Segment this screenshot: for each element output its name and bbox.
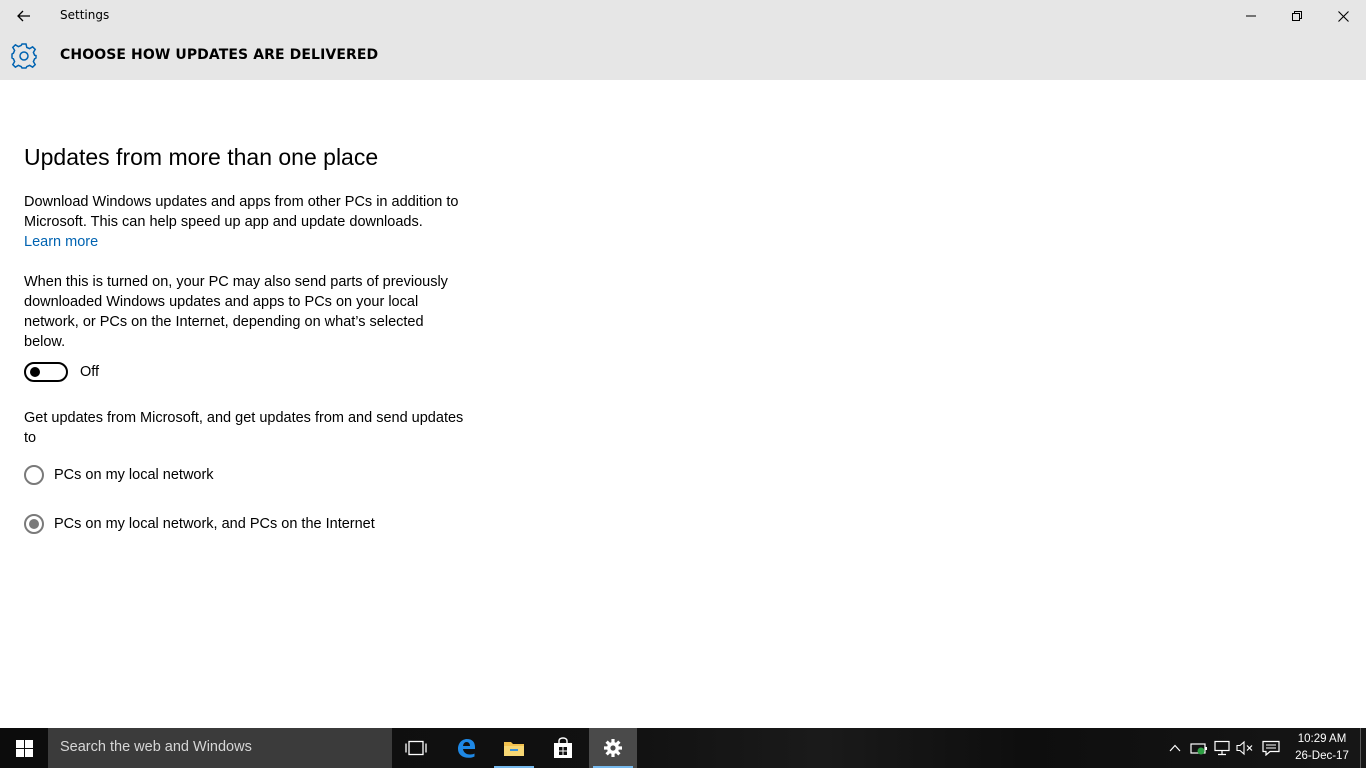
volume-tray-button[interactable] xyxy=(1235,738,1255,758)
show-hidden-icons-button[interactable] xyxy=(1165,738,1185,758)
action-center-button[interactable] xyxy=(1261,738,1281,758)
radio-local-network[interactable]: PCs on my local network xyxy=(24,465,214,485)
gear-icon xyxy=(11,43,37,69)
toggle-state-label: Off xyxy=(80,364,100,380)
page-title: CHOOSE HOW UPDATES ARE DELIVERED xyxy=(60,47,379,63)
window-title: Settings xyxy=(60,8,110,22)
clock-time: 10:29 AM xyxy=(1297,733,1347,745)
close-icon xyxy=(1337,10,1349,22)
radio-local-and-internet[interactable]: PCs on my local network, and PCs on the … xyxy=(24,514,375,534)
file-explorer-icon xyxy=(504,742,524,756)
toggle-knob xyxy=(30,367,40,377)
page-header: CHOOSE HOW UPDATES ARE DELIVERED xyxy=(0,32,1366,80)
back-button[interactable] xyxy=(0,0,48,32)
store-icon xyxy=(554,737,572,758)
back-arrow-icon xyxy=(17,10,30,22)
restore-button[interactable] xyxy=(1274,0,1320,32)
action-center-icon xyxy=(1262,740,1280,756)
clock-date: 26-Dec-17 xyxy=(1295,750,1349,762)
details-text: When this is turned on, your PC may also… xyxy=(24,274,448,350)
taskbar-clock[interactable]: 10:29 AM 26-Dec-17 xyxy=(1288,731,1356,765)
taskbar-search-box[interactable]: Search the web and Windows xyxy=(48,728,392,768)
power-tray-button[interactable] xyxy=(1189,738,1209,758)
show-desktop-button[interactable] xyxy=(1360,728,1366,768)
settings-icon xyxy=(604,739,622,757)
start-button[interactable] xyxy=(0,728,48,768)
restore-icon xyxy=(1292,11,1302,21)
battery-icon xyxy=(1190,743,1207,755)
chevron-up-icon xyxy=(1169,744,1181,752)
edge-icon xyxy=(458,739,475,758)
radio-group-label: Get updates from Microsoft, and get upda… xyxy=(24,410,464,446)
taskbar: Search the web and Windows 10:29 AM 26-D… xyxy=(0,728,1366,768)
task-view-button[interactable] xyxy=(392,728,440,768)
network-icon xyxy=(1214,740,1230,756)
close-button[interactable] xyxy=(1320,0,1366,32)
minimize-button[interactable] xyxy=(1228,0,1274,32)
description-text: Download Windows updates and apps from o… xyxy=(24,194,459,230)
file-explorer-button[interactable] xyxy=(490,728,538,768)
radio-label: PCs on my local network xyxy=(54,467,214,483)
radio-label: PCs on my local network, and PCs on the … xyxy=(54,516,375,532)
radio-selected-dot xyxy=(29,519,39,529)
search-placeholder: Search the web and Windows xyxy=(60,739,252,755)
delivery-toggle-row: Off xyxy=(24,361,99,383)
section-title: Updates from more than one place xyxy=(24,144,379,170)
description-block: Download Windows updates and apps from o… xyxy=(24,192,464,252)
minimize-icon xyxy=(1246,15,1256,17)
store-button[interactable] xyxy=(539,728,587,768)
radio-button[interactable] xyxy=(24,465,44,485)
radio-button[interactable] xyxy=(24,514,44,534)
delivery-optimization-toggle[interactable] xyxy=(24,362,68,382)
windows-logo-icon xyxy=(15,739,33,757)
title-bar: Settings xyxy=(0,0,1366,32)
task-view-icon xyxy=(405,740,427,756)
edge-button[interactable] xyxy=(442,728,490,768)
learn-more-link[interactable]: Learn more xyxy=(24,234,98,250)
settings-taskbar-button[interactable] xyxy=(589,728,637,768)
network-tray-button[interactable] xyxy=(1212,738,1232,758)
volume-muted-icon xyxy=(1236,740,1253,756)
